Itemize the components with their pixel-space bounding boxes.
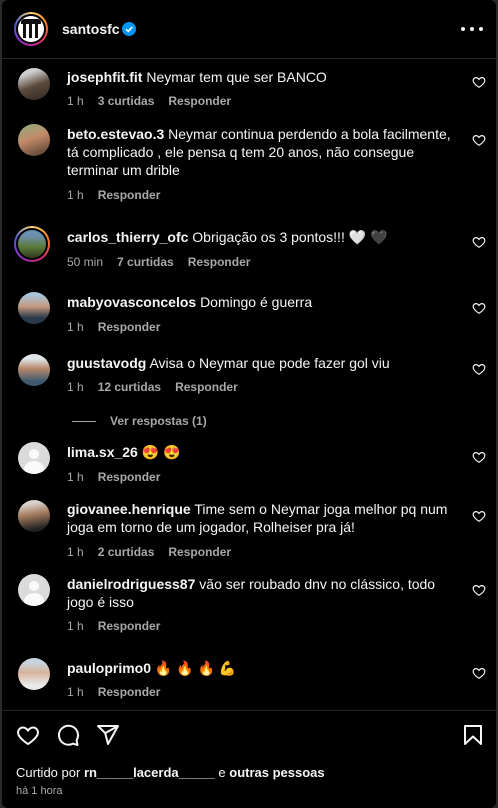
comment-text: Neymar tem que ser BANCO xyxy=(146,69,327,85)
like-comment-icon[interactable] xyxy=(472,133,486,147)
comment-text: Obrigação os 3 pontos!!! 🤍 🖤 xyxy=(192,229,388,245)
comment-text: Domingo é guerra xyxy=(200,294,313,310)
comment-text: Avisa o Neymar que pode fazer gol viu xyxy=(149,355,390,371)
reply-button[interactable]: Responder xyxy=(98,619,161,633)
reply-button[interactable]: Responder xyxy=(168,545,231,559)
more-options-icon[interactable] xyxy=(461,22,483,36)
verified-badge-icon xyxy=(122,22,136,36)
default-avatar-icon[interactable] xyxy=(18,574,50,606)
reply-button[interactable]: Responder xyxy=(98,470,161,484)
reply-button[interactable]: Responder xyxy=(98,320,161,334)
account-name[interactable]: santosfc xyxy=(62,21,120,37)
comment-username[interactable]: lima.sx_26 xyxy=(67,444,138,460)
post-actions-bar: Curtido por rn_____lacerda_____ e outras… xyxy=(2,710,496,808)
comment-time: 50 min xyxy=(67,255,104,269)
view-replies-label: Ver respostas (1) xyxy=(110,414,207,428)
comment-time: 1 h xyxy=(67,320,84,334)
reply-button[interactable]: Responder xyxy=(98,685,161,699)
comment-likes[interactable]: 3 curtidas xyxy=(98,94,155,108)
comment-time: 1 h xyxy=(67,188,84,202)
like-comment-icon[interactable] xyxy=(472,362,486,376)
like-comment-icon[interactable] xyxy=(472,450,486,464)
like-comment-icon[interactable] xyxy=(472,235,486,249)
santos-crest-logo xyxy=(18,16,44,42)
comment-username[interactable]: mabyovasconcelos xyxy=(67,294,196,310)
liked-by-user[interactable]: rn_____lacerda_____ xyxy=(84,765,215,780)
share-send-icon[interactable] xyxy=(96,723,120,747)
liked-by-others[interactable]: outras pessoas xyxy=(229,765,324,780)
commenter-avatar[interactable] xyxy=(18,658,50,690)
commenter-avatar[interactable] xyxy=(18,500,50,532)
commenter-avatar[interactable] xyxy=(18,354,50,386)
comment-username[interactable]: carlos_thierry_ofc xyxy=(67,229,188,245)
liked-by-conj: e xyxy=(218,765,226,780)
like-comment-icon[interactable] xyxy=(472,583,486,597)
comment-likes[interactable]: 2 curtidas xyxy=(98,545,155,559)
comment-time: 1 h xyxy=(67,545,84,559)
comment-username[interactable]: josephfit.fit xyxy=(67,69,142,85)
post-header: santosfc xyxy=(2,0,496,59)
like-comment-icon[interactable] xyxy=(472,509,486,523)
commenter-avatar[interactable] xyxy=(18,292,50,324)
comment-text: 🔥 🔥 🔥 💪 xyxy=(154,660,237,676)
comment-time: 1 h xyxy=(67,94,84,108)
divider-line xyxy=(72,421,96,423)
save-bookmark-icon[interactable] xyxy=(461,723,485,747)
comment-time: 1 h xyxy=(67,470,84,484)
commenter-avatar[interactable] xyxy=(18,68,50,100)
like-comment-icon[interactable] xyxy=(472,301,486,315)
default-avatar-icon[interactable] xyxy=(18,442,50,474)
post-age: há 1 hora xyxy=(16,785,63,797)
comment-username[interactable]: giovanee.henrique xyxy=(67,501,191,517)
post-comments-panel: santosfc josephfit.fit Neymar tem que se… xyxy=(2,0,496,808)
comment-likes[interactable]: 12 curtidas xyxy=(98,380,161,394)
comment-username[interactable]: beto.estevao.3 xyxy=(67,126,164,142)
comment-time: 1 h xyxy=(67,380,84,394)
view-replies-button[interactable]: Ver respostas (1) xyxy=(72,414,207,428)
comment-time: 1 h xyxy=(67,619,84,633)
comment-username[interactable]: guustavodg xyxy=(67,355,146,371)
reply-button[interactable]: Responder xyxy=(188,255,251,269)
liked-by-text: Curtido por rn_____lacerda_____ e outras… xyxy=(16,765,325,780)
comment-username[interactable]: pauloprimo0 xyxy=(67,660,151,676)
reply-button[interactable]: Responder xyxy=(98,188,161,202)
liked-by-prefix: Curtido por xyxy=(16,765,81,780)
commenter-avatar[interactable] xyxy=(14,226,50,262)
comment-time: 1 h xyxy=(67,685,84,699)
comment-bubble-icon[interactable] xyxy=(56,723,80,747)
like-comment-icon[interactable] xyxy=(472,666,486,680)
reply-button[interactable]: Responder xyxy=(168,94,231,108)
comment-username[interactable]: danielrodriguess87 xyxy=(67,576,195,592)
commenter-avatar[interactable] xyxy=(18,124,50,156)
like-heart-icon[interactable] xyxy=(16,723,40,747)
comment-text: 😍 😍 xyxy=(141,444,181,460)
reply-button[interactable]: Responder xyxy=(175,380,238,394)
comment-likes[interactable]: 7 curtidas xyxy=(117,255,174,269)
account-avatar[interactable] xyxy=(14,12,48,46)
like-comment-icon[interactable] xyxy=(472,75,486,89)
